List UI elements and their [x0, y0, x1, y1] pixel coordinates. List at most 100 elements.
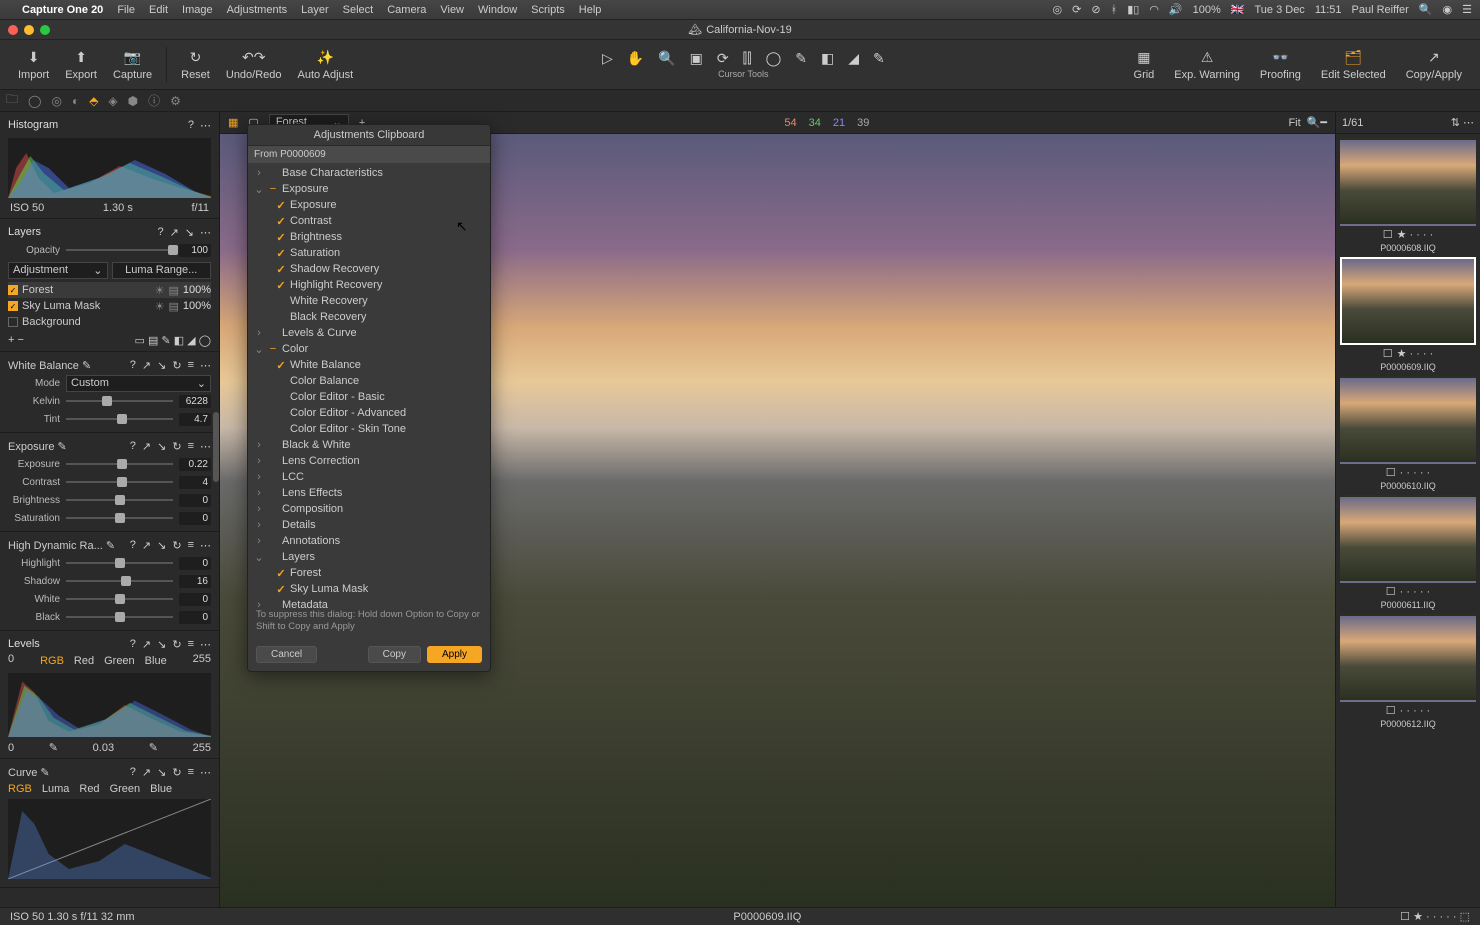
- black-slider[interactable]: [66, 616, 173, 618]
- checkbox-empty[interactable]: [268, 504, 278, 514]
- clipboard-item[interactable]: ✓White Balance: [248, 357, 490, 373]
- lumarange-button[interactable]: Luma Range...: [112, 262, 212, 279]
- clipboard-item[interactable]: Color Balance: [248, 373, 490, 389]
- checkbox-empty[interactable]: [268, 328, 278, 338]
- thumb-rating[interactable]: ★ · · · ·: [1397, 347, 1434, 360]
- tint-slider[interactable]: [66, 418, 173, 420]
- tab-details[interactable]: ◈: [108, 94, 117, 108]
- battery-icon[interactable]: ▮▯: [1127, 3, 1139, 16]
- straighten-tool[interactable]: ⟳: [717, 50, 729, 67]
- checkbox-empty[interactable]: [268, 472, 278, 482]
- levels-tab-blue[interactable]: Blue: [145, 655, 167, 667]
- picker-highlight-icon[interactable]: ✎: [149, 741, 158, 754]
- clipboard-group[interactable]: ⌄−Exposure: [248, 181, 490, 197]
- mask-rect-icon[interactable]: ▭: [134, 335, 144, 347]
- scrollbar[interactable]: [213, 412, 219, 482]
- app-name[interactable]: Capture One 20: [22, 4, 103, 16]
- paste-icon[interactable]: ↘: [185, 226, 194, 239]
- sync-icon[interactable]: ⟳: [1072, 3, 1081, 16]
- slider-value[interactable]: 0: [179, 494, 211, 507]
- clipboard-group[interactable]: ›Annotations: [248, 533, 490, 549]
- thumb-checkbox[interactable]: ☐: [1383, 228, 1393, 241]
- slider-value[interactable]: 0: [179, 557, 211, 570]
- crop-tool[interactable]: ▣: [690, 50, 703, 67]
- copyapply-button[interactable]: ↗Copy/Apply: [1398, 49, 1470, 81]
- levels-tab-green[interactable]: Green: [104, 655, 135, 667]
- volume-icon[interactable]: 🔊: [1169, 3, 1183, 16]
- siri-icon[interactable]: ◉: [1443, 3, 1453, 16]
- contrast-slider[interactable]: [66, 481, 173, 483]
- slider-value[interactable]: 0: [179, 611, 211, 624]
- reset-button[interactable]: ↻Reset: [173, 49, 218, 81]
- menu-icon[interactable]: ⋯: [200, 226, 211, 239]
- bluetooth-icon[interactable]: ᚼ: [1111, 4, 1118, 16]
- clipboard-group[interactable]: ⌄Layers: [248, 549, 490, 565]
- picker-icon[interactable]: ✎: [40, 767, 49, 779]
- close-window[interactable]: [8, 25, 18, 35]
- checkbox-empty[interactable]: [268, 552, 278, 562]
- curve-tab-rgb[interactable]: RGB: [8, 783, 32, 795]
- highlight-slider[interactable]: [66, 562, 173, 564]
- thumbnail[interactable]: ☐★ · · · ·P0000608.IIQ: [1340, 138, 1476, 253]
- menu-layer[interactable]: Layer: [301, 4, 329, 16]
- disclosure-arrow[interactable]: ⌄: [254, 183, 264, 196]
- menubar-user[interactable]: Paul Reiffer: [1352, 4, 1409, 16]
- checkmark-icon[interactable]: ✓: [276, 232, 286, 242]
- disclosure-arrow[interactable]: ⌄: [254, 343, 264, 356]
- disclosure-arrow[interactable]: ›: [254, 519, 264, 531]
- disclosure-arrow[interactable]: ›: [254, 503, 264, 515]
- copy-icon[interactable]: ↗: [170, 226, 179, 239]
- checkmark-icon[interactable]: ✓: [276, 216, 286, 226]
- export-button[interactable]: ⬆Export: [57, 49, 105, 81]
- hand-tool[interactable]: ✋: [627, 50, 644, 67]
- picker-icon[interactable]: ✎: [82, 360, 91, 372]
- clipboard-item[interactable]: ✓Sky Luma Mask: [248, 581, 490, 597]
- thumbnail[interactable]: ☐★ · · · ·P0000609.IIQ: [1340, 257, 1476, 372]
- clipboard-group[interactable]: ›LCC: [248, 469, 490, 485]
- checkbox-empty[interactable]: [268, 440, 278, 450]
- annotate-tool[interactable]: ✎: [873, 50, 885, 67]
- zoom-slider-icon[interactable]: 🔍━: [1307, 116, 1327, 129]
- thumb-checkbox[interactable]: ☐: [1383, 347, 1393, 360]
- clipboard-item[interactable]: Color Editor - Skin Tone: [248, 421, 490, 437]
- clipboard-item[interactable]: Color Editor - Basic: [248, 389, 490, 405]
- sort-icon[interactable]: ⇅: [1451, 117, 1460, 129]
- wifi-icon[interactable]: ◠: [1149, 3, 1159, 16]
- checkbox-empty[interactable]: [276, 376, 286, 386]
- help-icon[interactable]: ?: [157, 226, 163, 239]
- thumb-rating[interactable]: · · · · ·: [1400, 705, 1431, 717]
- menu-icon[interactable]: ⋯: [200, 119, 211, 132]
- copy-button[interactable]: Copy: [368, 646, 421, 663]
- checkmark-icon[interactable]: ✓: [276, 200, 286, 210]
- brightness-slider[interactable]: [66, 499, 173, 501]
- minimize-window[interactable]: [24, 25, 34, 35]
- clipboard-item[interactable]: ✓Forest: [248, 565, 490, 581]
- erasemask-tool[interactable]: ◧: [821, 50, 834, 67]
- thumb-checkbox[interactable]: ☐: [1386, 585, 1396, 598]
- tab-library[interactable]: 🗀: [6, 90, 18, 111]
- brush-icon[interactable]: ✎: [161, 335, 170, 347]
- picker-shadow-icon[interactable]: ✎: [49, 741, 58, 754]
- cc-icon[interactable]: ◎: [1053, 3, 1063, 16]
- shadow-slider[interactable]: [66, 580, 173, 582]
- checkbox-empty[interactable]: [268, 536, 278, 546]
- checkbox-empty[interactable]: [268, 168, 278, 178]
- zoom-tool[interactable]: 🔍: [658, 50, 675, 67]
- eraser-icon[interactable]: ◧: [174, 335, 184, 347]
- help-icon[interactable]: ?: [188, 119, 194, 132]
- clipboard-group[interactable]: ›Lens Effects: [248, 485, 490, 501]
- curve-tab-red[interactable]: Red: [79, 783, 99, 795]
- slider-value[interactable]: 0: [179, 512, 211, 525]
- disclosure-arrow[interactable]: ›: [254, 471, 264, 483]
- saturation-slider[interactable]: [66, 517, 173, 519]
- grid-button[interactable]: ▦Grid: [1126, 49, 1163, 81]
- checkbox-empty[interactable]: [268, 488, 278, 498]
- thumb-checkbox[interactable]: ☐: [1386, 704, 1396, 717]
- menu-camera[interactable]: Camera: [387, 4, 426, 16]
- thumb-checkbox[interactable]: ☐: [1386, 466, 1396, 479]
- slider-value[interactable]: 0.22: [179, 458, 211, 471]
- proofing-button[interactable]: 👓Proofing: [1252, 49, 1309, 81]
- clipboard-item[interactable]: ✓Highlight Recovery: [248, 277, 490, 293]
- thumb-rating[interactable]: · · · · ·: [1400, 467, 1431, 479]
- clipboard-item[interactable]: ✓Contrast: [248, 213, 490, 229]
